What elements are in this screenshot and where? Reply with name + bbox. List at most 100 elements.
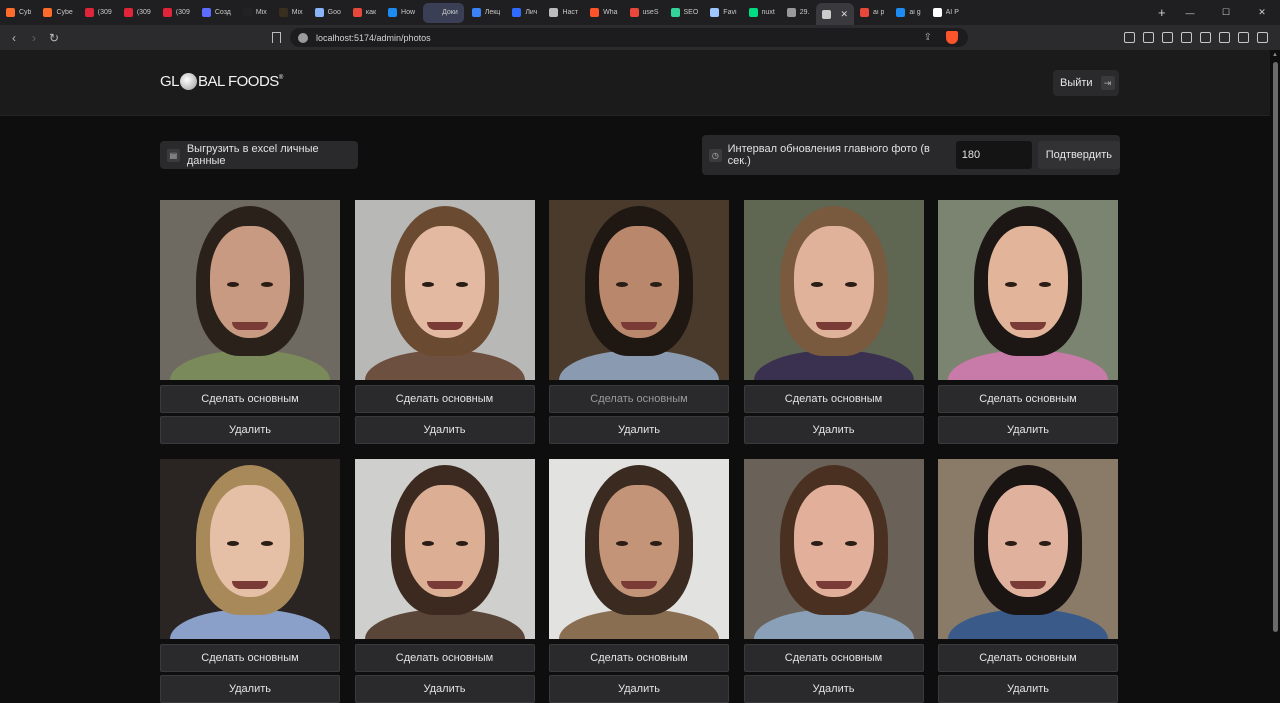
browser-tab[interactable]: AI P: [927, 0, 965, 25]
menu-icon[interactable]: [1257, 32, 1268, 43]
make-main-button[interactable]: Сделать основным: [938, 644, 1118, 672]
browser-tab[interactable]: How: [382, 0, 421, 25]
browser-tab[interactable]: nuxt: [743, 0, 781, 25]
browser-tab[interactable]: useS: [624, 0, 665, 25]
new-tab-icon[interactable]: +: [1150, 5, 1174, 20]
tab-favicon-icon: [748, 8, 758, 17]
minimize-icon[interactable]: —: [1172, 8, 1208, 18]
export-excel-button[interactable]: ▤ Выгрузить в excel личные данные: [160, 141, 358, 169]
scroll-up-arrow-icon[interactable]: ▲: [1272, 52, 1278, 58]
address-bar: ‹ › ↻ localhost:5174/admin/photos ⇪: [0, 25, 1280, 50]
download-icon[interactable]: [1162, 32, 1173, 43]
tab-favicon-icon: [786, 8, 796, 17]
close-window-icon[interactable]: ✕: [1244, 7, 1280, 18]
photo-card: Сделать основным Удалить: [743, 459, 924, 703]
music-icon[interactable]: [1181, 32, 1192, 43]
browser-tab[interactable]: Доки: [423, 2, 464, 23]
tab-label: nuxt: [761, 9, 775, 16]
global-foods-logo[interactable]: GL BAL FOODS ®: [160, 73, 283, 90]
tab-favicon-icon: [123, 8, 133, 17]
make-main-button[interactable]: Сделать основным: [354, 385, 535, 413]
browser-tab[interactable]: Cybe: [37, 0, 78, 25]
browser-tab[interactable]: Favi: [704, 0, 742, 25]
make-main-button[interactable]: Сделать основным: [549, 644, 729, 672]
tab-favicon-icon: [629, 8, 639, 17]
face-photo: [160, 200, 340, 380]
interval-label: Интервал обновления главного фото (в сек…: [727, 143, 930, 167]
vpn-icon[interactable]: [1238, 32, 1249, 43]
tab-favicon-icon: [429, 8, 439, 17]
delete-button[interactable]: Удалить: [743, 675, 924, 703]
face-photo: [938, 200, 1118, 380]
make-main-button[interactable]: Сделать основным: [549, 385, 729, 413]
reload-icon[interactable]: ↻: [44, 31, 64, 45]
make-main-button[interactable]: Сделать основным: [354, 644, 535, 672]
back-icon[interactable]: ‹: [4, 31, 24, 45]
browser-tab[interactable]: ✕: [815, 3, 855, 25]
logout-button[interactable]: Выйти ⇥: [1053, 70, 1119, 96]
browser-tab[interactable]: ai g: [890, 0, 926, 25]
browser-tab[interactable]: (309: [118, 0, 157, 25]
delete-button[interactable]: Удалить: [549, 416, 729, 444]
browser-tab[interactable]: Mix: [237, 0, 273, 25]
browser-tab[interactable]: Наст: [543, 0, 584, 25]
browser-tab[interactable]: Cyb: [0, 0, 37, 25]
browser-tab[interactable]: Созд: [196, 0, 237, 25]
tab-label: SEO: [683, 9, 699, 16]
browser-tab[interactable]: Wha: [584, 0, 623, 25]
photo-card: Сделать основным Удалить: [354, 459, 535, 703]
page-scrollbar[interactable]: [1273, 62, 1278, 632]
photo-card: Сделать основным Удалить: [354, 200, 535, 444]
browser-tab[interactable]: 29.: [781, 0, 816, 25]
browser-tab[interactable]: Goo: [309, 0, 347, 25]
browser-tab[interactable]: Лич: [506, 0, 543, 25]
delete-button[interactable]: Удалить: [354, 416, 535, 444]
browser-tab[interactable]: ai p: [854, 0, 890, 25]
face-photo: [160, 459, 340, 639]
delete-button[interactable]: Удалить: [938, 675, 1118, 703]
forward-icon[interactable]: ›: [24, 31, 44, 45]
tab-favicon-icon: [710, 8, 720, 17]
make-main-button[interactable]: Сделать основным: [743, 644, 924, 672]
face-photo: [938, 459, 1118, 639]
make-main-button[interactable]: Сделать основным: [160, 644, 340, 672]
extension-toolbar: [1124, 25, 1268, 50]
browser-tab[interactable]: (309: [79, 0, 118, 25]
browser-tab[interactable]: как: [347, 0, 382, 25]
browser-tab[interactable]: Mix: [273, 0, 309, 25]
tab-favicon-icon: [512, 8, 522, 17]
tab-label: Лич: [525, 9, 538, 16]
make-main-button[interactable]: Сделать основным: [938, 385, 1118, 413]
url-field[interactable]: localhost:5174/admin/photos ⇪: [290, 28, 968, 47]
delete-button[interactable]: Удалить: [743, 416, 924, 444]
tab-favicon-icon: [388, 8, 398, 17]
photo-card: Сделать основным Удалить: [938, 200, 1118, 444]
delete-button[interactable]: Удалить: [549, 675, 729, 703]
app-header: GL BAL FOODS ® Выйти ⇥: [0, 50, 1270, 116]
browser-tab[interactable]: SEO: [665, 0, 705, 25]
browser-tab[interactable]: Лекц: [466, 0, 507, 25]
wallet-icon[interactable]: [1143, 32, 1154, 43]
crypto-wallet-icon[interactable]: [1219, 32, 1230, 43]
url-text[interactable]: localhost:5174/admin/photos: [316, 33, 431, 43]
sidebar-icon[interactable]: [1200, 32, 1211, 43]
logo-text-left: GL: [160, 73, 180, 90]
browser-tab[interactable]: (309: [157, 0, 196, 25]
delete-button[interactable]: Удалить: [938, 416, 1118, 444]
confirm-button[interactable]: Подтвердить: [1037, 141, 1120, 169]
close-tab-icon[interactable]: ✕: [841, 9, 849, 20]
delete-button[interactable]: Удалить: [160, 416, 340, 444]
make-main-button[interactable]: Сделать основным: [160, 385, 340, 413]
maximize-icon[interactable]: ☐: [1208, 7, 1244, 18]
share-icon[interactable]: ⇪: [924, 32, 932, 43]
interval-input[interactable]: [955, 141, 1032, 169]
tab-label: Cybe: [56, 9, 73, 16]
site-info-icon[interactable]: [298, 32, 308, 43]
delete-button[interactable]: Удалить: [160, 675, 340, 703]
brave-shields-icon[interactable]: [946, 31, 958, 44]
photo-grid: Сделать основным Удалить Сделать основным У…: [160, 200, 1118, 703]
extensions-icon[interactable]: [1124, 32, 1135, 43]
make-main-button[interactable]: Сделать основным: [743, 385, 924, 413]
bookmark-icon[interactable]: [272, 32, 281, 43]
delete-button[interactable]: Удалить: [354, 675, 535, 703]
